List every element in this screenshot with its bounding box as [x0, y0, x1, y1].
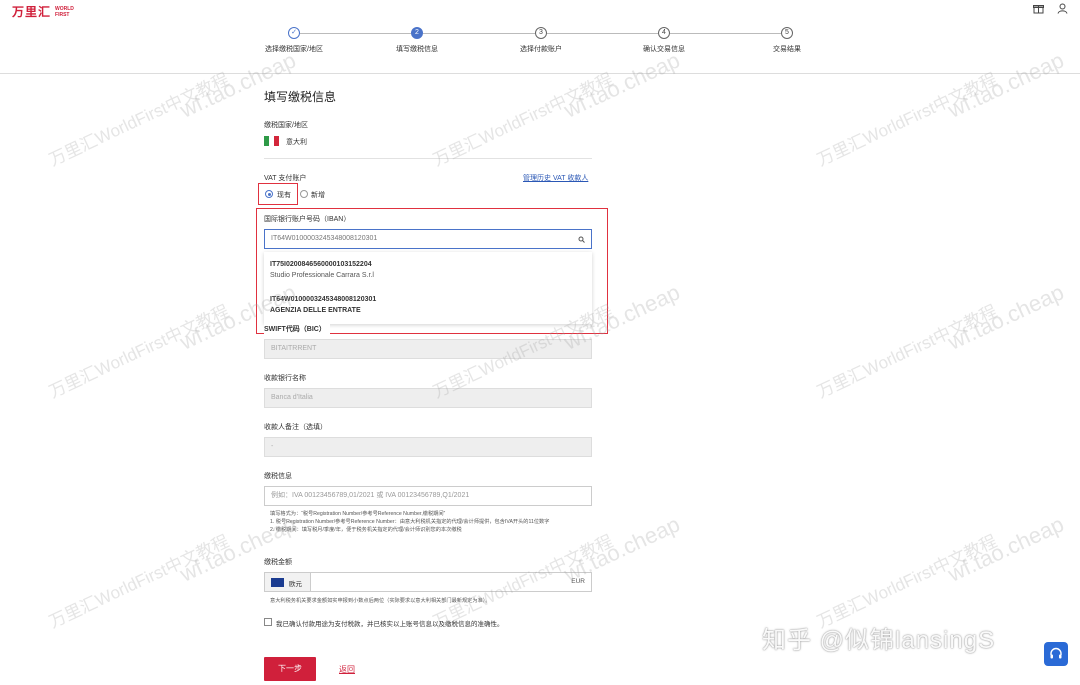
watermark-url: wf.tao.cheap	[944, 279, 1068, 355]
next-step-button[interactable]: 下一步	[264, 657, 316, 681]
swift-label: SWIFT代码（BIC）	[264, 324, 330, 334]
tax-info-label: 缴税信息	[264, 473, 292, 480]
currency-code: EUR	[571, 578, 585, 585]
step-3-label: 选择付款账户	[520, 46, 562, 53]
payee-remark-input: -	[264, 437, 592, 457]
country-label: 缴税国家/地区	[264, 122, 308, 129]
support-chat-button[interactable]	[1044, 642, 1068, 666]
dropdown-option-iban: IT75I0200846560000103152204	[270, 261, 372, 268]
amount-note: 意大利税务机关要求金额如实申报到小数点后两位（实际要求以意大利相关部门最新规定为…	[270, 598, 491, 604]
payee-remark-label: 收款人备注（选填）	[264, 424, 327, 431]
iban-dropdown: IT75I0200846560000103152204 Studio Profe…	[264, 252, 592, 324]
confirm-checkbox[interactable]	[264, 618, 272, 626]
user-icon[interactable]	[1056, 3, 1068, 15]
tax-info-input[interactable]: 例如：IVA 00123456789,01/2021 或 IVA 0012345…	[264, 486, 592, 506]
gift-icon[interactable]	[1032, 3, 1044, 15]
watermark-text: 万里汇WorldFirst中文教程	[814, 69, 1000, 170]
step-5: 5 交易结果	[737, 27, 837, 55]
watermark-url: wf.tao.cheap	[944, 511, 1068, 587]
step-1-check-icon: ✓	[288, 27, 300, 39]
step-2-number: 2	[411, 27, 423, 39]
watermark-text: 万里汇WorldFirst中文教程	[814, 301, 1000, 402]
existing-radio-label: 现有	[277, 192, 291, 199]
progress-stepper: ✓ 选择缴税国家/地区 2 填写缴税信息 3 选择付款账户 4 确认交易信息 5…	[0, 22, 1080, 74]
step-4-number: 4	[658, 27, 670, 39]
dropdown-option-name: Studio Professionale Carrara S.r.l	[270, 272, 374, 279]
hint-line: 填写格式为：“税号Registration Number/参考号Referenc…	[270, 511, 446, 517]
dropdown-option-iban: IT64W0100003245348008120301	[270, 296, 377, 303]
headset-icon	[1050, 647, 1062, 659]
italy-flag-icon	[264, 136, 279, 146]
step-5-label: 交易结果	[773, 46, 801, 53]
existing-radio[interactable]	[265, 190, 273, 198]
zhihu-credit: 知乎 @似锦lansingS	[762, 627, 996, 654]
bank-name-label: 收款银行名称	[264, 375, 306, 382]
watermark-text: 万里汇WorldFirst中文教程	[46, 301, 232, 402]
tax-amount-input[interactable]: 欧元 EUR	[264, 572, 592, 592]
hint-line: 1. 税号Registration Number/参考号Reference Nu…	[270, 519, 550, 525]
logo-en-text: WORLD FIRST	[55, 5, 74, 18]
manage-vat-payees-link[interactable]: 管理历史 VAT 收款人	[523, 173, 588, 183]
bank-name-input: Banca d'Italia	[264, 388, 592, 408]
watermark-text: 万里汇WorldFirst中文教程	[46, 69, 232, 170]
new-radio-label: 新增	[311, 192, 325, 199]
vat-account-label: VAT 支付账户	[264, 175, 307, 182]
iban-input-value: IT64W0100003245348008120301	[271, 235, 378, 242]
step-4: 4 确认交易信息	[614, 27, 714, 55]
dropdown-option-name: AGENZIA DELLE ENTRATE	[270, 307, 361, 314]
iban-label: 国际银行账户号码（IBAN）	[264, 216, 351, 223]
step-3: 3 选择付款账户	[491, 27, 591, 55]
section-divider	[264, 158, 592, 159]
iban-search-input[interactable]: IT64W0100003245348008120301	[264, 229, 592, 249]
new-radio[interactable]	[300, 190, 308, 198]
eu-flag-icon	[271, 578, 284, 587]
worldfirst-logo[interactable]: 万里汇 WORLD FIRST	[12, 3, 81, 20]
currency-selector: 欧元	[265, 573, 311, 591]
step-4-label: 确认交易信息	[643, 46, 685, 53]
tax-amount-label: 缴税金额	[264, 559, 292, 566]
back-link[interactable]: 返回	[339, 664, 355, 675]
step-1-label: 选择缴税国家/地区	[265, 46, 323, 53]
hint-line: 2. 缴税期间：填写税月/季度/年，便于税务机关指定的代理/会计师识别您的本次缴…	[270, 527, 462, 533]
currency-name: 欧元	[289, 581, 302, 588]
tax-info-hint: 填写格式为：“税号Registration Number/参考号Referenc…	[270, 510, 594, 534]
confirm-checkbox-label: 我已确认付款用途为支付税款，并已核实以上账号信息以及缴税信息的准确性。	[276, 621, 504, 628]
watermark-text: 万里汇WorldFirst中文教程	[814, 531, 1000, 632]
step-3-number: 3	[535, 27, 547, 39]
watermark-text: 万里汇WorldFirst中文教程	[46, 531, 232, 632]
step-2: 2 填写缴税信息	[367, 27, 467, 55]
top-bar: 万里汇 WORLD FIRST	[0, 0, 1080, 22]
step-5-number: 5	[781, 27, 793, 39]
search-icon[interactable]	[578, 230, 585, 251]
logo-cn-text: 万里汇	[12, 5, 52, 19]
step-2-label: 填写缴税信息	[396, 46, 438, 53]
country-value: 意大利	[286, 139, 307, 146]
step-1: ✓ 选择缴税国家/地区	[244, 27, 344, 55]
swift-input: BITAITRRENT	[264, 339, 592, 359]
page-title: 填写缴税信息	[264, 90, 337, 104]
watermark-text: 万里汇WorldFirst中文教程	[430, 69, 616, 170]
